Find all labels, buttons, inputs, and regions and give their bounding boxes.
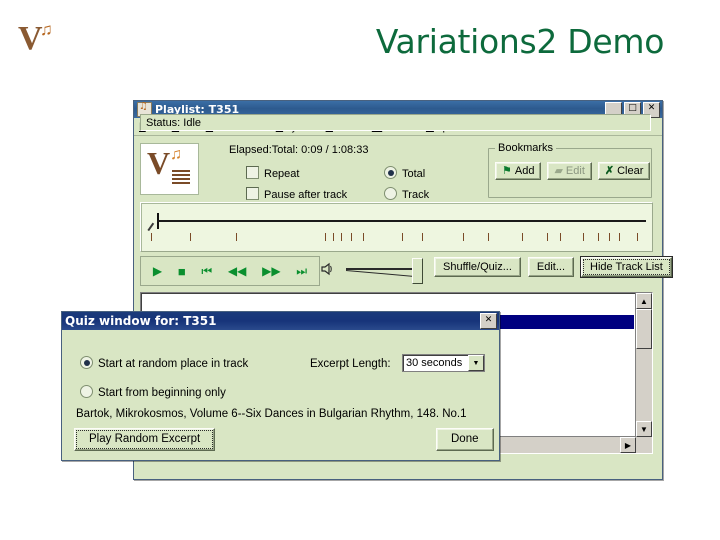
volume-baseline xyxy=(346,268,416,270)
logo-letter-v: V xyxy=(147,145,171,181)
timeline-tick xyxy=(350,233,352,241)
start-random-radio[interactable]: Start at random place in track xyxy=(80,356,248,370)
bookmark-add-button[interactable]: ⚑ Add xyxy=(495,162,542,181)
bookmark-clear-label: Clear xyxy=(617,165,644,177)
elapsed-total-label: Elapsed:Total: 0:09 / 1:08:33 xyxy=(229,144,369,156)
radio-box xyxy=(80,385,93,398)
chevron-down-icon[interactable]: ▼ xyxy=(468,355,484,371)
edit-button[interactable]: Edit... xyxy=(527,257,575,278)
scroll-right-icon[interactable]: ▶ xyxy=(620,437,636,453)
timeline-tick xyxy=(235,233,237,241)
excerpt-length-select[interactable]: 30 seconds ▼ xyxy=(402,354,485,372)
page-title: Variations2 Demo xyxy=(375,22,665,61)
timeline-tick xyxy=(324,233,326,241)
radio-box xyxy=(80,356,93,369)
previous-track-button[interactable]: ⏮ xyxy=(201,265,212,277)
scroll-up-icon[interactable]: ▲ xyxy=(636,293,652,309)
hide-track-list-button[interactable]: Hide Track List xyxy=(581,257,672,278)
excerpt-length-label: Excerpt Length: xyxy=(310,358,391,370)
timeline-tick xyxy=(332,233,334,241)
start-beginning-label: Start from beginning only xyxy=(98,387,226,399)
shuffle-quiz-button[interactable]: Shuffle/Quiz... xyxy=(434,257,521,278)
timeline-tick xyxy=(608,233,610,241)
close-icon[interactable]: ✕ xyxy=(480,313,497,329)
timeline-tick xyxy=(618,233,620,241)
bookmark-add-label: Add xyxy=(514,165,535,177)
timeline-tick xyxy=(636,233,638,241)
quiz-titlebar[interactable]: Quiz window for: T351 ✕ xyxy=(62,312,499,330)
timeline-tick xyxy=(401,233,403,241)
repeat-checkbox[interactable]: Repeat xyxy=(246,166,299,180)
radio-box xyxy=(384,166,397,179)
quiz-track-title: Bartok, Mikrokosmos, Volume 6--Six Dance… xyxy=(76,408,467,420)
timeline-tick xyxy=(547,233,549,241)
scroll-down-icon[interactable]: ▼ xyxy=(636,421,652,437)
total-radio[interactable]: Total xyxy=(384,166,425,180)
timeline-tick xyxy=(560,233,562,241)
bookmarks-legend: Bookmarks xyxy=(495,142,557,154)
transport-controls: ▶ ■ ⏮ ◀◀ ▶▶ ⏭ xyxy=(140,256,320,286)
fast-forward-button[interactable]: ▶▶ xyxy=(262,265,280,277)
timeline-tick xyxy=(341,233,343,241)
timeline-tick xyxy=(189,233,191,241)
playlist-action-buttons: Shuffle/Quiz... Edit... Hide Track List xyxy=(434,257,672,278)
track-radio[interactable]: Track xyxy=(384,187,429,201)
pause-after-track-label: Pause after track xyxy=(264,189,348,201)
quiz-window-controls: ✕ xyxy=(480,313,497,329)
timeline-scrubber[interactable] xyxy=(140,202,653,252)
track-label: Track xyxy=(402,189,430,201)
checkbox-box xyxy=(246,187,259,200)
bookmarks-buttons: ⚑ Add ▰ Edit ✗ Clear xyxy=(495,162,651,181)
bookmark-edit-label: Edit xyxy=(565,165,585,177)
variations-logo: V ♫ xyxy=(18,20,72,64)
slide-canvas: V ♫ Variations2 Demo Playlist: T351 _ □ … xyxy=(0,0,720,540)
timeline-track-line xyxy=(157,220,646,222)
repeat-label: Repeat xyxy=(264,168,300,180)
play-random-excerpt-button[interactable]: Play Random Excerpt xyxy=(74,428,216,451)
bookmark-clear-button[interactable]: ✗ Clear xyxy=(597,162,651,181)
timeline-tick xyxy=(422,233,424,241)
rewind-button[interactable]: ◀◀ xyxy=(228,265,246,277)
music-note-icon: ♫ xyxy=(40,20,53,39)
playlist-logo-tile: V ♫ xyxy=(140,143,199,195)
logo-letter-v: V xyxy=(18,20,43,57)
timeline-tick xyxy=(462,233,464,241)
timeline-tick xyxy=(521,233,523,241)
play-button[interactable]: ▶ xyxy=(153,265,162,277)
music-note-icon: ♫ xyxy=(170,146,182,163)
status-bar: Status: Idle xyxy=(140,114,651,131)
checkbox-box xyxy=(246,166,259,179)
folder-icon: ▰ xyxy=(554,164,563,177)
next-track-button[interactable]: ⏭ xyxy=(296,265,307,277)
quiz-window-title: Quiz window for: T351 xyxy=(65,314,217,328)
list-lines-icon xyxy=(172,170,190,186)
quiz-body: Start at random place in track Start fro… xyxy=(62,330,499,459)
quiz-window[interactable]: Quiz window for: T351 ✕ Start at random … xyxy=(61,311,500,461)
total-label: Total xyxy=(402,168,426,180)
vertical-scrollbar[interactable]: ▲ ▼ xyxy=(635,293,652,437)
volume-slider[interactable] xyxy=(346,258,428,284)
stop-button[interactable]: ■ xyxy=(178,265,186,278)
radio-box xyxy=(384,187,397,200)
pause-after-track-checkbox[interactable]: Pause after track xyxy=(246,187,347,201)
vertical-scroll-thumb[interactable] xyxy=(636,309,652,349)
timeline-tick xyxy=(363,233,365,241)
speaker-icon[interactable] xyxy=(320,262,334,279)
bookmark-icon: ⚑ xyxy=(502,164,512,177)
done-button[interactable]: Done xyxy=(436,428,494,451)
start-beginning-radio[interactable]: Start from beginning only xyxy=(80,385,226,399)
bookmarks-group: Bookmarks ⚑ Add ▰ Edit ✗ Clear xyxy=(488,142,652,198)
start-random-label: Start at random place in track xyxy=(98,358,249,370)
bookmark-edit-button[interactable]: ▰ Edit xyxy=(547,162,592,181)
volume-knob[interactable] xyxy=(412,258,423,284)
excerpt-length-value: 30 seconds xyxy=(406,357,463,369)
timeline-tick xyxy=(583,233,584,241)
timeline-ticks xyxy=(141,233,652,243)
timeline-tick xyxy=(488,233,490,241)
timeline-tick xyxy=(598,233,600,241)
scrollbar-corner xyxy=(636,437,652,453)
x-icon: ✗ xyxy=(604,164,615,177)
timeline-tick xyxy=(151,233,153,241)
